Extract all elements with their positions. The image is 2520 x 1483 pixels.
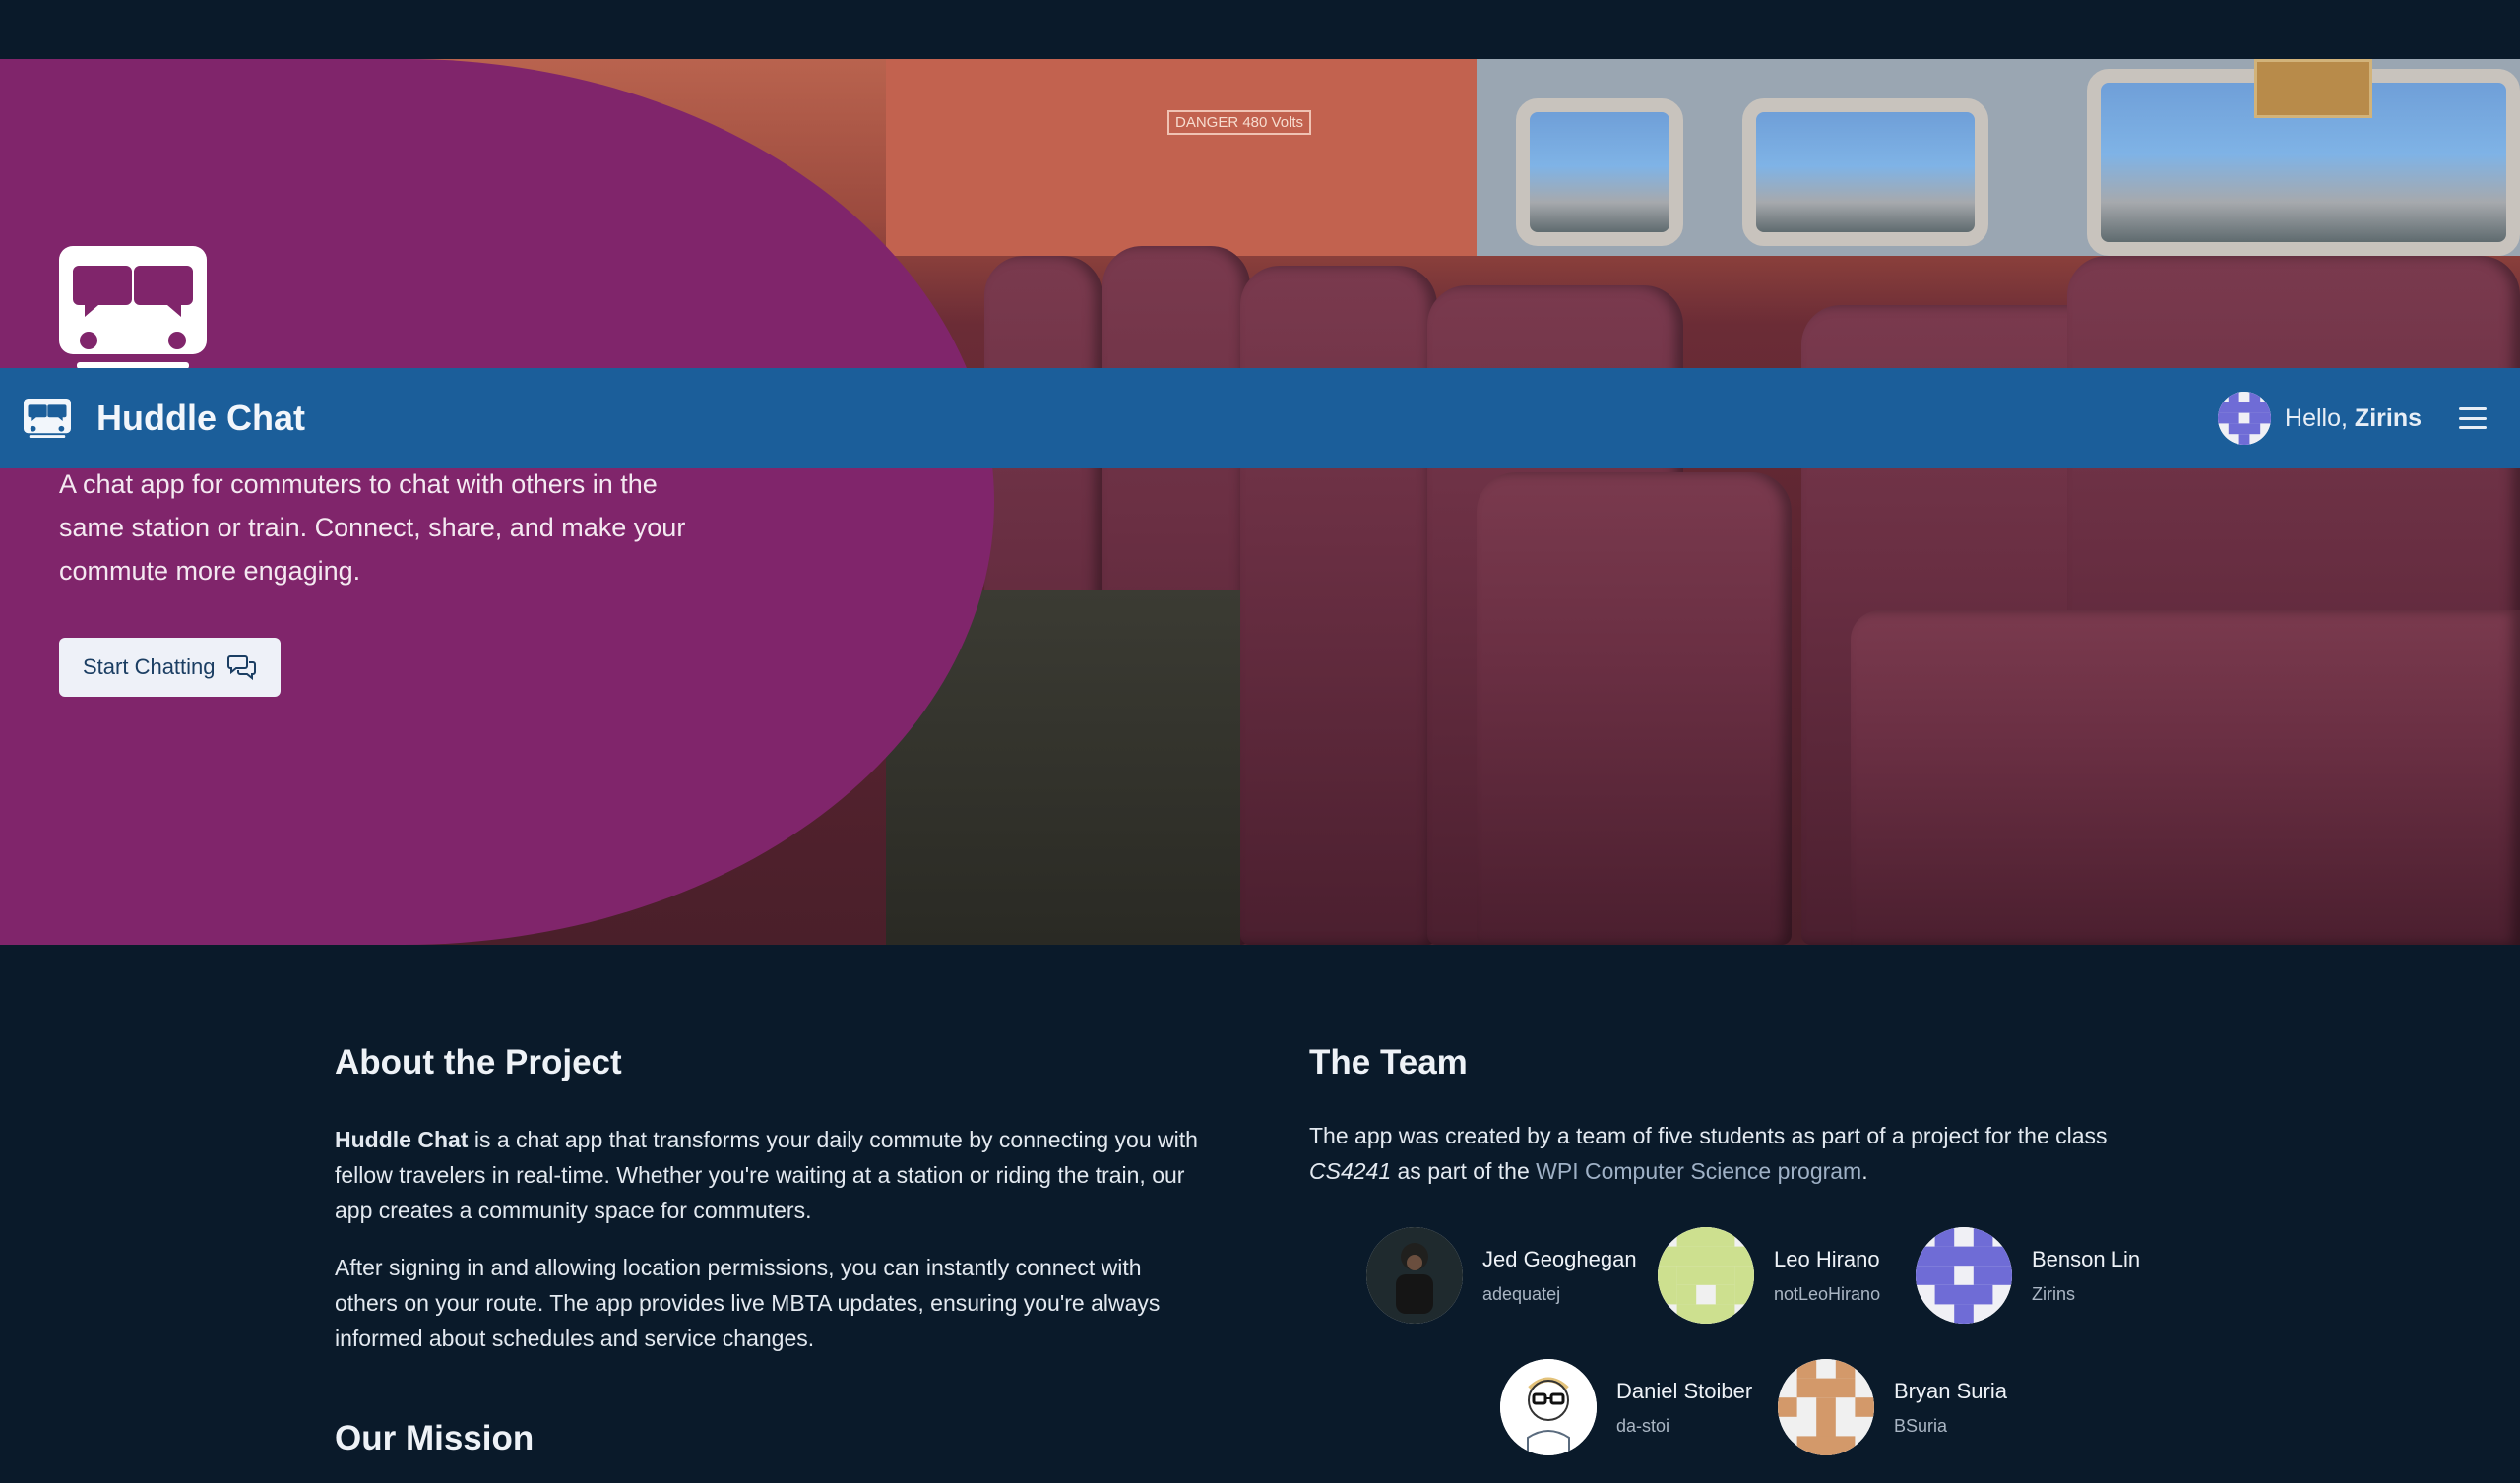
train-wall [886,59,1536,256]
chat-bubbles-icon [226,655,256,681]
member-avatar [1778,1359,1874,1455]
user-avatar[interactable] [2218,392,2272,445]
train-seat [1477,472,1792,945]
user-menu[interactable]: Hello, Zirins [2218,392,2496,445]
team-intro: The app was created by a team of five st… [1309,1118,2195,1189]
member-name: Bryan Suria [1894,1378,2007,1403]
member-avatar [1366,1227,1463,1324]
danger-sign: DANGER 480 Volts [1167,110,1312,135]
greeting: Hello, Zirins [2285,404,2422,433]
team-title: The Team [1309,1043,1468,1081]
team-member[interactable]: Benson Lin Zirins [1916,1227,2140,1324]
member-username: notLeoHirano [1774,1283,1881,1304]
course-code: CS4241 [1309,1158,1392,1184]
cartoon-avatar-icon [1500,1359,1597,1455]
about-paragraph-2: After signing in and allowing location p… [335,1255,1161,1351]
hero-section: DANGER 480 Volts A chat app for commuter… [0,59,2520,945]
start-chatting-label: Start Chatting [83,654,216,679]
team-section: The Team The app was created by a team o… [1309,1043,2195,1189]
mission-title: Our Mission [335,1419,535,1457]
member-name: Daniel Stoiber [1616,1378,1753,1403]
identicon-avatar-icon [1658,1227,1754,1324]
member-username: BSuria [1894,1415,1948,1436]
top-strip [0,0,2520,59]
brand-name[interactable]: Huddle Chat [96,398,305,439]
about-section: About the Project Huddle Chat is a chat … [335,1043,1201,1356]
hamburger-line [2459,426,2487,429]
hamburger-line [2459,407,2487,410]
identicon-avatar-icon [1916,1227,2012,1324]
member-username: da-stoi [1616,1415,1670,1436]
member-name: Benson Lin [2032,1246,2141,1271]
wpi-program-link[interactable]: WPI Computer Science program [1536,1158,1861,1184]
about-title: About the Project [335,1043,622,1081]
team-member[interactable]: Leo Hirano notLeoHirano [1658,1227,1880,1324]
tram-chat-icon [59,246,207,369]
photo-avatar-icon [1366,1227,1463,1324]
team-member[interactable]: Jed Geoghegan adequatej [1366,1227,1637,1324]
wall-sign [2254,59,2372,118]
start-chatting-button[interactable]: Start Chatting [59,638,281,697]
greeting-prefix: Hello, [2285,403,2355,432]
member-name: Jed Geoghegan [1482,1246,1637,1271]
tram-chat-icon[interactable] [24,398,71,439]
hamburger-menu-icon[interactable] [2459,407,2487,429]
member-avatar [1916,1227,2012,1324]
member-name: Leo Hirano [1774,1246,1880,1271]
hero-description: A chat app for commuters to chat with ot… [59,469,686,586]
about-paragraph-1: Huddle Chat is a chat app that transform… [335,1122,1201,1228]
train-seat [1851,610,2520,945]
hamburger-line [2459,416,2487,420]
team-intro-c: . [1861,1158,1868,1184]
identicon-avatar-icon [2218,392,2272,445]
member-username: Zirins [2032,1283,2075,1304]
team-member[interactable]: Daniel Stoiber da-stoi [1500,1359,1752,1455]
member-username: adequatej [1482,1283,1561,1304]
member-avatar [1658,1227,1754,1324]
navbar: Huddle Chat Hello, Zirins [0,368,2520,468]
team-intro-b: as part of the [1391,1158,1537,1184]
user-name: Zirins [2354,403,2422,432]
member-avatar [1500,1359,1597,1455]
train-window [1742,98,1988,246]
team-intro-a: The app was created by a team of five st… [1309,1123,2108,1148]
identicon-avatar-icon [1778,1359,1874,1455]
about-app-name: Huddle Chat [335,1127,469,1152]
train-window [1516,98,1683,246]
team-member[interactable]: Bryan Suria BSuria [1778,1359,2007,1455]
